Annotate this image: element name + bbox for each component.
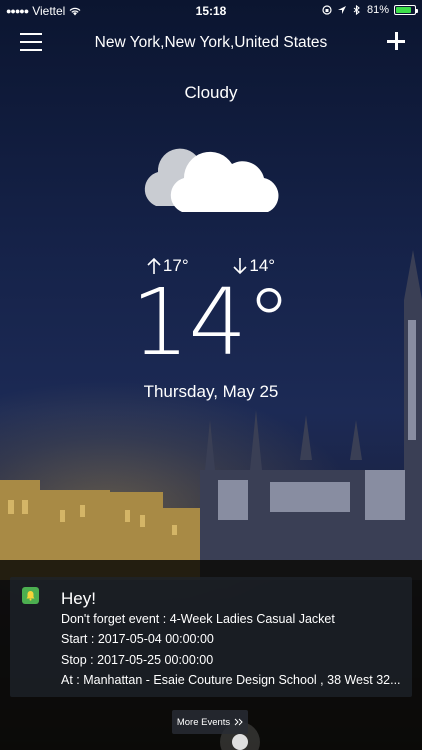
bell-icon <box>22 587 39 604</box>
hamburger-icon[interactable] <box>20 33 42 53</box>
current-date: Thursday, May 25 <box>143 382 279 401</box>
plus-icon[interactable] <box>384 29 408 53</box>
event-title: Hey! <box>61 589 96 608</box>
lock-rotation-icon <box>322 5 332 15</box>
cloud-icon <box>144 148 279 212</box>
battery-percent: 81% <box>366 4 389 16</box>
event-name: Don't forget event : 4-Week Ladies Casua… <box>61 612 335 626</box>
status-right: 81% <box>322 4 418 16</box>
more-events-button[interactable]: More Events <box>172 710 248 734</box>
event-card[interactable]: Hey! Don't forget event : 4-Week Ladies … <box>10 577 412 697</box>
bluetooth-icon <box>353 5 360 15</box>
location-arrow-icon <box>337 6 346 14</box>
battery-icon <box>394 5 418 15</box>
weather-condition: Cloudy <box>184 83 238 102</box>
location-title[interactable]: New York,New York,United States <box>50 34 372 52</box>
status-bar: ●●●●● Viettel 15:18 81% <box>0 0 422 22</box>
current-temperature: 14° <box>130 269 292 376</box>
more-events-label: More Events <box>176 716 231 728</box>
double-chevron-right-icon <box>234 718 243 726</box>
event-location: At : Manhattan - Esaie Couture Design Sc… <box>61 673 401 687</box>
event-stop: Stop : 2017-05-25 00:00:00 <box>61 653 214 667</box>
event-start: Start : 2017-05-04 00:00:00 <box>61 632 214 646</box>
